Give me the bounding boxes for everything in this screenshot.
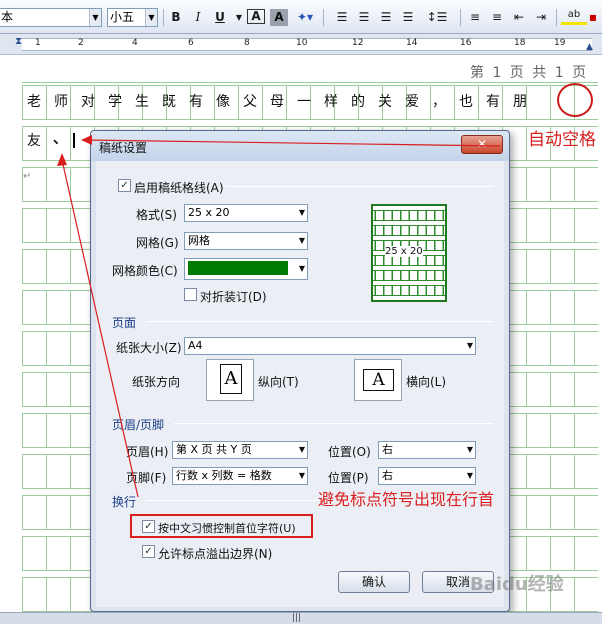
arrowhead-icon [81,135,92,145]
scroll-grip-icon[interactable]: ||| [292,613,301,623]
watermark: Baidu经验 [470,574,564,595]
arrowhead-icon [57,153,67,166]
annotation-arrows [57,135,501,498]
annotation-arrow-line [85,139,501,147]
annotation-arrow-line [61,159,139,498]
